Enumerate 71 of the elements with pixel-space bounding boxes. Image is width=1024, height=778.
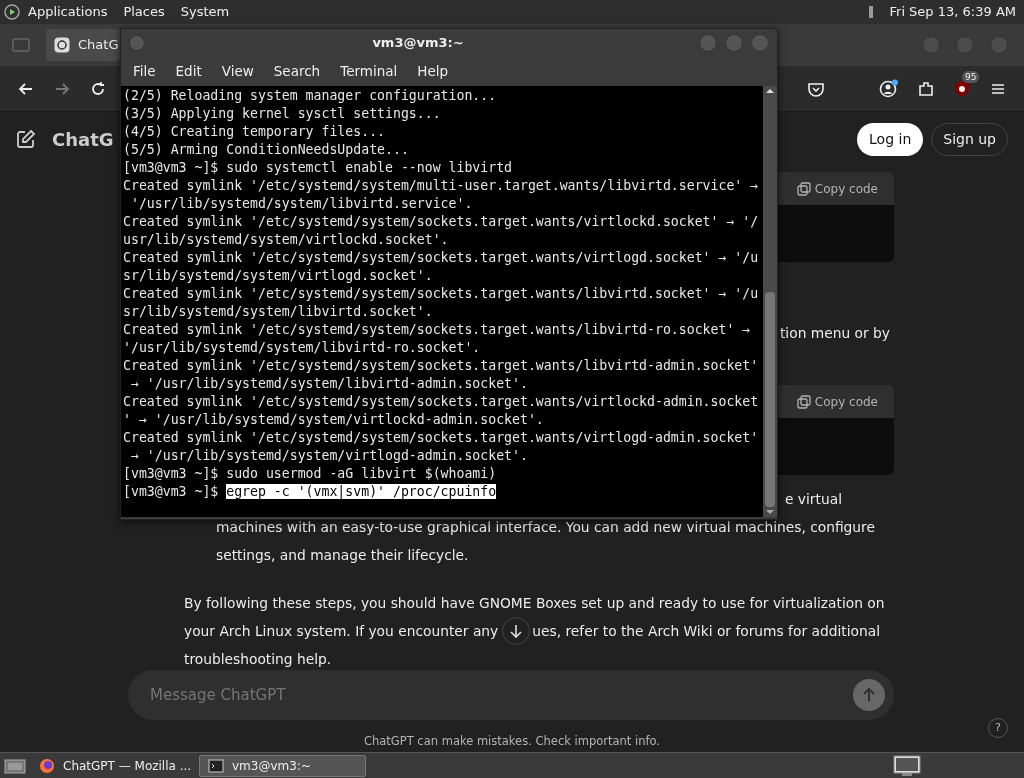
terminal-line: → '/usr/lib/systemd/system/libvirtd-admin.socket'. [129, 375, 529, 393]
terminal-line: Created symlink '/etc/systemd/system/sockets.target.wants/virtlogd-admin.socket' [123, 429, 760, 447]
chatgpt-icon [54, 37, 70, 53]
terminal-prompt: [vm3@vm3 ~]$ [123, 484, 220, 499]
clock: Fri Sep 13, 6:39 AM [889, 3, 1016, 22]
terminal-line: Created symlink '/etc/systemd/system/multi-user.target.wants/libvirtd.service' → [123, 177, 760, 195]
terminal-icon [208, 757, 224, 774]
firefox-icon [39, 757, 55, 774]
copy-icon [796, 181, 811, 196]
terminal-line: (3/5) Applying kernel sysctl settings... [123, 105, 442, 123]
new-chat-icon[interactable] [16, 129, 36, 149]
extension-badge: 95 [962, 70, 980, 83]
terminal-line: Created symlink '/etc/systemd/system/sockets.target.wants/virtlockd.socket' → '/ [123, 213, 760, 231]
terminal-line: '/usr/lib/systemd/system/libvirtd.service'. [129, 195, 474, 213]
terminal-line: Created symlink '/etc/systemd/system/sockets.target.wants/virtlockd-admin.socket [123, 393, 760, 411]
account-icon[interactable] [879, 78, 899, 99]
menu-item[interactable]: Terminal [332, 60, 406, 82]
shield-icon[interactable] [953, 79, 971, 98]
copy-icon [796, 394, 811, 409]
show-desktop-icon[interactable] [4, 756, 26, 775]
taskbar-button[interactable]: ChatGPT — Mozilla ... [30, 754, 195, 777]
message-field[interactable]: Message ChatGPT [128, 670, 894, 720]
extensions-icon[interactable] [917, 79, 935, 98]
app-menu-icon[interactable] [4, 4, 20, 20]
terminal-line: [vm3@vm3 ~]$ sudo usermod -aG libvirt $(whoami) [123, 465, 498, 483]
tab-title: ChatG [78, 36, 119, 55]
terminal-line: [vm3@vm3 ~]$ sudo systemctl enable --now libvirtd [123, 159, 514, 177]
brand-title[interactable]: ChatG [52, 125, 114, 153]
terminal-line: (2/5) Reloading system manager configuration... [123, 87, 498, 105]
menu-item[interactable]: Help [409, 60, 457, 82]
terminal-line: ' → '/usr/lib/systemd/system/virtlockd-admin.socket'. [123, 411, 545, 429]
terminal-line: Created symlink '/etc/systemd/system/sockets.target.wants/libvirtd-ro.socket' → [123, 321, 752, 339]
terminal-line: Created symlink '/etc/systemd/system/sockets.target.wants/virtlogd.socket' → '/u [123, 249, 760, 267]
scroll-down-button[interactable] [502, 617, 531, 645]
terminal-line: sr/lib/systemd/system/libvirtd.socket'. [123, 303, 434, 321]
arrow-up-icon [863, 688, 875, 702]
terminal-line: '/usr/lib/systemd/system/libvirtd-ro.socket'. [123, 339, 482, 357]
monitor-icon[interactable] [892, 754, 922, 777]
taskbar-button[interactable]: vm3@vm3:~ [199, 754, 366, 777]
menu-item[interactable]: Search [265, 60, 329, 82]
browser-tab[interactable]: ChatG [46, 29, 120, 61]
paragraph-text: ues, refer to the Arch Wiki or forums for additional [532, 622, 880, 641]
panel-menu[interactable]: System [180, 2, 230, 22]
paragraph-text: By following these steps, you should have GNOME Boxes set up and ready to use for virtualization on [184, 594, 885, 613]
terminal-line: sr/lib/systemd/system/virtlogd.socket'. [123, 267, 434, 285]
panel-indicator-icon [867, 5, 874, 19]
terminal-line: → '/usr/lib/systemd/system/virtlogd-admin.socket'. [129, 447, 529, 465]
menu-item[interactable]: View [213, 60, 262, 82]
terminal-line: Created symlink '/etc/systemd/system/sockets.target.wants/libvirtd-admin.socket' [123, 357, 760, 375]
terminal-line: Created symlink '/etc/systemd/system/sockets.target.wants/libvirtd.socket' → '/u [123, 285, 760, 303]
panel-menu[interactable]: Places [123, 2, 165, 22]
list-item-text: machines with an easy-to-use graphical interface. You can add new virtual machines, configure settings, and manage their lifecycle. [215, 518, 876, 565]
footer-note: ChatGPT can make mistakes. Check important info. [363, 734, 660, 748]
arrow-down-icon [510, 624, 523, 638]
reload-icon[interactable] [89, 79, 107, 98]
copy-code-button[interactable]: Copy code [796, 392, 878, 411]
window-title: vm3@vm3:~ [372, 34, 464, 50]
terminal-line: usr/lib/systemd/system/virtlockd.socket'. [123, 231, 450, 249]
panel-menu[interactable]: Applications [28, 2, 108, 22]
paragraph-text: your Arch Linux system. If you encounter any [184, 622, 499, 641]
login-button[interactable]: Log in [857, 122, 924, 156]
list-item-text: e virtual [785, 491, 842, 507]
scrollbar-thumb[interactable] [765, 292, 775, 507]
terminal-line: (4/5) Creating temporary files... [123, 123, 386, 141]
text-fragment: tion menu or by [779, 325, 890, 341]
terminal-line: (5/5) Arming ConditionNeedsUpdate... [123, 141, 410, 159]
paragraph-text: troubleshooting help. [184, 650, 332, 669]
menu-item[interactable]: Edit [167, 60, 210, 82]
menu-item[interactable]: File [125, 60, 164, 82]
selected-text: egrep -c '(vmx|svm)' /proc/cpuinfo [226, 484, 497, 499]
copy-code-button[interactable]: Copy code [796, 179, 878, 198]
